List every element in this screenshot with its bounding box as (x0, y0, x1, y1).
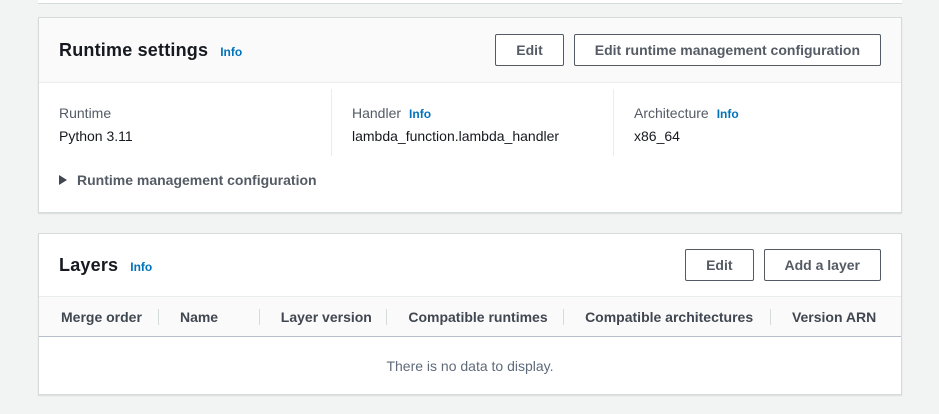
handler-field: Handler Info lambda_function.lambda_hand… (331, 89, 613, 156)
column-header-merge-order: Merge order (39, 309, 158, 325)
runtime-field: Runtime Python 3.11 (39, 89, 331, 156)
runtime-settings-header: Runtime settings Info Edit Edit runtime … (39, 18, 901, 83)
runtime-settings-fields: Runtime Python 3.11 Handler Info lambda_… (39, 83, 901, 162)
edit-layers-button[interactable]: Edit (685, 249, 753, 281)
layers-title: Layers (59, 255, 118, 276)
layers-info-link[interactable]: Info (130, 260, 152, 274)
add-layer-button[interactable]: Add a layer (764, 249, 881, 281)
runtime-settings-card: Runtime settings Info Edit Edit runtime … (38, 17, 902, 213)
caret-right-icon (59, 175, 67, 185)
layers-table-header: Merge order Name Layer version Compatibl… (39, 296, 901, 337)
edit-runtime-settings-button[interactable]: Edit (495, 34, 563, 66)
architecture-info-link[interactable]: Info (717, 107, 739, 121)
column-header-version-arn: Version ARN (770, 309, 901, 325)
column-header-compatible-runtimes: Compatible runtimes (386, 309, 563, 325)
handler-field-label-wrap: Handler Info (352, 105, 593, 121)
layers-actions: Edit Add a layer (685, 249, 881, 281)
column-header-compatible-architectures: Compatible architectures (563, 309, 770, 325)
architecture-field-label-wrap: Architecture Info (634, 105, 881, 121)
previous-card-bottom-edge (38, 0, 902, 4)
layers-table-empty-message: There is no data to display. (39, 337, 901, 394)
edit-runtime-management-configuration-button[interactable]: Edit runtime management configuration (574, 34, 881, 66)
runtime-field-label: Runtime (59, 105, 111, 121)
architecture-field: Architecture Info x86_64 (613, 89, 901, 156)
column-header-name: Name (158, 309, 259, 325)
architecture-field-label: Architecture (634, 105, 709, 121)
runtime-settings-title-wrap: Runtime settings Info (59, 40, 242, 61)
runtime-management-configuration-expander[interactable]: Runtime management configuration (39, 162, 337, 188)
runtime-field-label-wrap: Runtime (59, 105, 311, 121)
runtime-field-value: Python 3.11 (59, 128, 311, 144)
handler-field-value: lambda_function.lambda_handler (352, 128, 593, 144)
runtime-management-configuration-expander-label: Runtime management configuration (77, 172, 317, 188)
layers-title-wrap: Layers Info (59, 255, 152, 276)
architecture-field-value: x86_64 (634, 128, 881, 144)
layers-header: Layers Info Edit Add a layer (39, 234, 901, 296)
runtime-settings-info-link[interactable]: Info (220, 45, 242, 59)
handler-info-link[interactable]: Info (409, 107, 431, 121)
runtime-settings-title: Runtime settings (59, 40, 208, 61)
column-header-layer-version: Layer version (259, 309, 387, 325)
runtime-settings-actions: Edit Edit runtime management configurati… (495, 34, 881, 66)
layers-card: Layers Info Edit Add a layer Merge order… (38, 233, 902, 395)
handler-field-label: Handler (352, 105, 401, 121)
